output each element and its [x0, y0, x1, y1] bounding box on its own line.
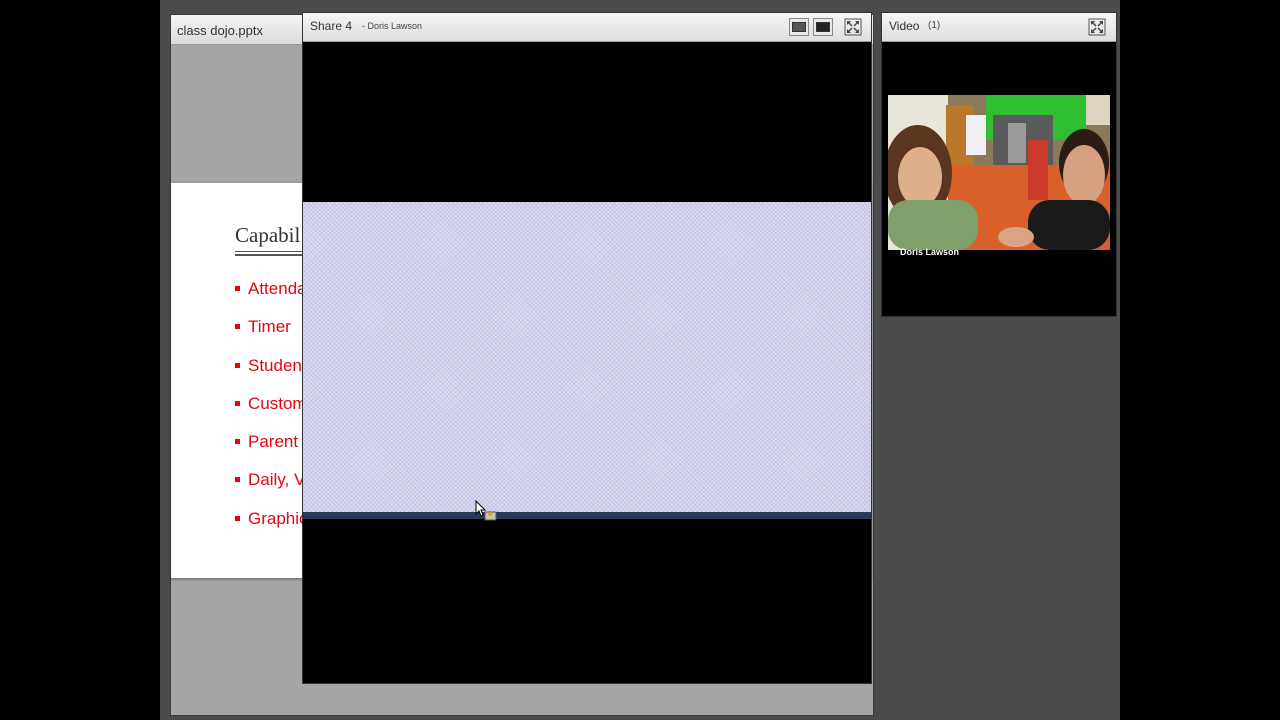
fit-to-window-button[interactable] [789, 18, 809, 36]
webcam-scene [888, 95, 1110, 250]
fullscreen-icon[interactable] [1088, 18, 1106, 36]
monitor-filled-icon [816, 22, 830, 32]
slide-bullet-text: Attenda [248, 279, 307, 298]
bullet-square-icon [235, 400, 240, 406]
remote-cursor-icon [475, 500, 497, 521]
bullet-square-icon [235, 477, 240, 483]
slide-bullet-list: Attenda Timer Student Custom Parent Dail… [235, 279, 308, 547]
bullet-square-icon [235, 515, 240, 521]
slide-bullet-text: Graphic [248, 508, 308, 528]
slide-heading: Capabil [235, 223, 301, 247]
shared-screen-content[interactable] [303, 202, 871, 512]
participant-name-label: Doris Lawson [900, 247, 960, 257]
slide-bullet: Daily, V [235, 470, 308, 508]
slide-bullet-text: Parent [248, 432, 299, 452]
slide-bullet-text: Daily, V [248, 470, 306, 490]
slide-bullet-text: Timer [248, 317, 291, 337]
video-pod: Video (1) Doris Lawson [881, 12, 1117, 317]
share-pod-title: Share 4 [310, 19, 353, 33]
bullet-square-icon [235, 286, 240, 291]
share-pod-titlebar[interactable]: Share 4 - Doris Lawson [303, 13, 871, 42]
screen-share-pod: Share 4 - Doris Lawson [302, 12, 872, 684]
bullet-square-icon [235, 324, 240, 330]
slide-bullet: Student [235, 356, 308, 394]
video-pod-titlebar[interactable]: Video (1) [882, 13, 1116, 42]
slide-bullet: Parent [235, 432, 308, 470]
slide-bullet: Attenda [235, 279, 308, 317]
slide-bullet-text: Student [248, 355, 307, 375]
actual-size-button[interactable] [813, 18, 833, 36]
bullet-square-icon [235, 362, 240, 368]
slide-bullet: Custom [235, 394, 308, 432]
monitor-icon [792, 22, 806, 32]
video-pod-title: Video [889, 19, 920, 33]
fullscreen-icon[interactable] [844, 18, 862, 36]
shared-screen-taskbar [303, 512, 871, 519]
slide-bullet: Timer [235, 317, 308, 355]
slide-bullet: Graphic [235, 509, 308, 547]
video-participant-count: (1) [928, 20, 941, 31]
slide-bullet-text: Custom [248, 393, 307, 413]
webcam-video-feed[interactable] [888, 95, 1110, 250]
pptx-pod-title: class dojo.pptx [177, 23, 263, 38]
share-presenter-name: - Doris Lawson [362, 21, 423, 31]
bullet-square-icon [235, 439, 240, 445]
